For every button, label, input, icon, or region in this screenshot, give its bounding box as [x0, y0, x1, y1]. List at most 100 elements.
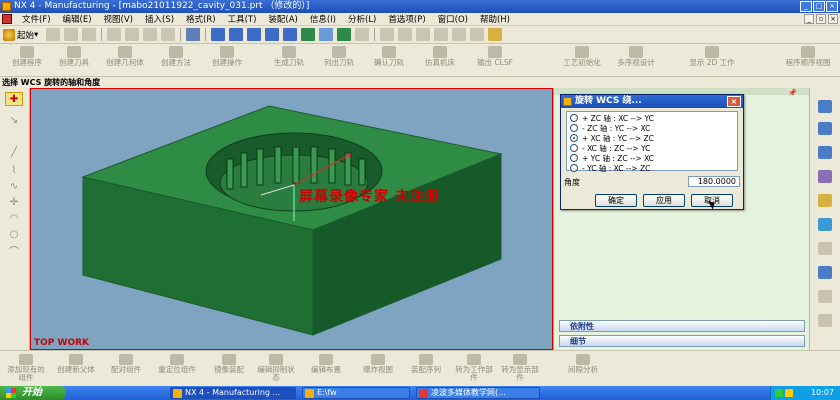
task-explorer[interactable]: E:\fw — [302, 387, 410, 399]
radio-minus-zc[interactable] — [570, 124, 578, 132]
edit-suppression-button[interactable]: 编辑抑制状态 — [254, 354, 298, 382]
zoom-in-out-icon[interactable] — [247, 28, 262, 41]
arc-icon[interactable]: ◠ — [5, 212, 23, 226]
operation-navigator-icon[interactable] — [818, 146, 832, 159]
system-materials-icon[interactable] — [818, 266, 832, 279]
details-section[interactable]: 细节 — [559, 335, 805, 347]
create-operation-button[interactable]: 创建操作 — [204, 46, 250, 67]
radio-plus-xc[interactable] — [570, 134, 578, 142]
clearance-analysis-button[interactable]: 间隙分析 — [560, 354, 606, 374]
make-work-part-button[interactable]: 转为工作部件 — [454, 354, 494, 382]
select-icon[interactable] — [186, 28, 201, 41]
verify-toolpath-button[interactable]: 确认刀轨 — [368, 46, 410, 67]
show-2d-work-button[interactable]: 显示 2D 工作 — [688, 46, 736, 67]
generate-toolpath-button[interactable]: 生成刀轨 — [268, 46, 310, 67]
info-icon[interactable] — [416, 28, 431, 41]
close-icon[interactable]: × — [826, 1, 838, 12]
document-icon[interactable] — [2, 14, 12, 24]
task-teaching-network[interactable]: 凌波多媒体教学网(... — [416, 387, 540, 399]
dependencies-section[interactable]: 依附性 — [559, 320, 805, 332]
doc-close-icon[interactable]: × — [828, 14, 838, 24]
exploded-view-button[interactable]: 爆炸视图 — [356, 354, 400, 374]
spline-icon[interactable]: ∿ — [5, 180, 23, 194]
list-toolpath-button[interactable]: 列出刀轨 — [318, 46, 360, 67]
minimize-icon[interactable]: _ — [800, 1, 812, 12]
program-order-view-button[interactable]: 程序顺序视图 — [780, 46, 836, 67]
menu-window[interactable]: 窗口(O) — [432, 13, 474, 25]
doc-minimize-icon[interactable]: _ — [804, 14, 814, 24]
output-clsf-button[interactable]: 输出 CLSF — [472, 46, 518, 67]
create-program-button[interactable]: 创建程序 — [4, 46, 50, 67]
roles-icon[interactable] — [818, 314, 832, 327]
wcs-icon[interactable] — [452, 28, 467, 41]
radio-plus-yc[interactable] — [570, 154, 578, 162]
reposition-component-button[interactable]: 重定位组件 — [152, 354, 202, 374]
point-icon[interactable]: ✛ — [5, 196, 23, 210]
circle-icon[interactable]: ○ — [5, 228, 23, 242]
view-orient-icon[interactable] — [319, 28, 334, 41]
menu-tools[interactable]: 工具(T) — [222, 13, 263, 25]
mirror-assembly-button[interactable]: 镜像装配 — [206, 354, 252, 374]
radio-minus-yc[interactable] — [570, 164, 578, 172]
select-mode-icon[interactable]: ✚ — [5, 92, 23, 106]
rotate-icon[interactable] — [265, 28, 280, 41]
maximize-icon[interactable]: □ — [813, 1, 825, 12]
measure-icon[interactable] — [398, 28, 413, 41]
paste-icon[interactable] — [143, 28, 158, 41]
option-minus-yc[interactable]: - YC 轴 : XC --> ZC — [570, 163, 650, 173]
make-displayed-part-button[interactable]: 转为显示部件 — [500, 354, 540, 382]
palette-icon[interactable] — [818, 290, 832, 303]
option-plus-xc[interactable]: + XC 轴 : YC --> ZC — [570, 133, 654, 143]
windows-start-button[interactable]: 开始 — [0, 386, 66, 400]
option-plus-zc[interactable]: + ZC 轴 : XC --> YC — [570, 113, 654, 123]
menu-format[interactable]: 格式(R) — [180, 13, 222, 25]
option-minus-xc[interactable]: - XC 轴 : ZC --> YC — [570, 143, 650, 153]
tray-network-icon[interactable] — [775, 389, 783, 397]
menu-file[interactable]: 文件(F) — [16, 13, 57, 25]
doc-restore-icon[interactable]: ▫ — [816, 14, 826, 24]
menu-help[interactable]: 帮助(H) — [474, 13, 516, 25]
menu-analysis[interactable]: 分析(L) — [342, 13, 382, 25]
option-plus-yc[interactable]: + YC 轴 : ZC --> XC — [570, 153, 654, 163]
menu-assemblies[interactable]: 装配(A) — [262, 13, 303, 25]
create-new-parent-button[interactable]: 创建新父体 — [54, 354, 98, 374]
reuse-library-icon[interactable] — [818, 194, 832, 207]
dialog-titlebar[interactable]: 旋转 WCS 绕... × — [561, 95, 743, 108]
angle-input[interactable]: 180.0000 — [688, 176, 740, 187]
create-tool-button[interactable]: 创建刀具 — [54, 46, 94, 67]
part-model[interactable] — [31, 89, 553, 350]
dialog-close-icon[interactable]: × — [727, 96, 741, 107]
edit-arrangement-button[interactable]: 编辑布置 — [304, 354, 348, 374]
mate-component-button[interactable]: 配对组件 — [104, 354, 148, 374]
analysis-icon[interactable] — [380, 28, 395, 41]
simulate-machine-button[interactable]: 仿真机床 — [418, 46, 462, 67]
menu-view[interactable]: 视图(V) — [98, 13, 139, 25]
polyline-icon[interactable]: ⌇ — [5, 164, 23, 178]
history-icon[interactable] — [818, 242, 832, 255]
apply-button[interactable]: 应用 — [643, 194, 685, 207]
menu-edit[interactable]: 编辑(E) — [57, 13, 98, 25]
graphics-window[interactable]: 屏幕录像专家 未注册 TOP WORK — [30, 88, 553, 350]
render-style-icon[interactable] — [337, 28, 352, 41]
snap-point-icon[interactable]: ↘ — [5, 114, 23, 128]
option-minus-zc[interactable]: - ZC 轴 : YC --> XC — [570, 123, 650, 133]
process-init-button[interactable]: 工艺初始化 — [558, 46, 606, 67]
menu-preferences[interactable]: 首选项(P) — [382, 13, 431, 25]
fit-view-icon[interactable] — [211, 28, 226, 41]
open-file-icon[interactable] — [64, 28, 79, 41]
task-nx[interactable]: NX 4 - Manufacturing ... — [170, 387, 296, 399]
assembly-sequence-button[interactable]: 装配序列 — [404, 354, 448, 374]
line-icon[interactable]: ╱ — [5, 146, 23, 160]
edit-icon[interactable] — [470, 28, 485, 41]
tray-volume-icon[interactable] — [785, 389, 793, 397]
zoom-icon[interactable] — [229, 28, 244, 41]
delete-icon[interactable] — [161, 28, 176, 41]
assembly-navigator-icon[interactable] — [818, 100, 832, 113]
create-geometry-button[interactable]: 创建几何体 — [100, 46, 150, 67]
fillet-icon[interactable]: ⌒ — [5, 246, 23, 260]
machine-tool-navigator-icon[interactable] — [818, 170, 832, 183]
menu-information[interactable]: 信息(I) — [304, 13, 342, 25]
new-file-icon[interactable] — [46, 28, 61, 41]
preferences-icon[interactable] — [434, 28, 449, 41]
start-menu-button[interactable]: 起始 ▾ — [3, 28, 38, 41]
